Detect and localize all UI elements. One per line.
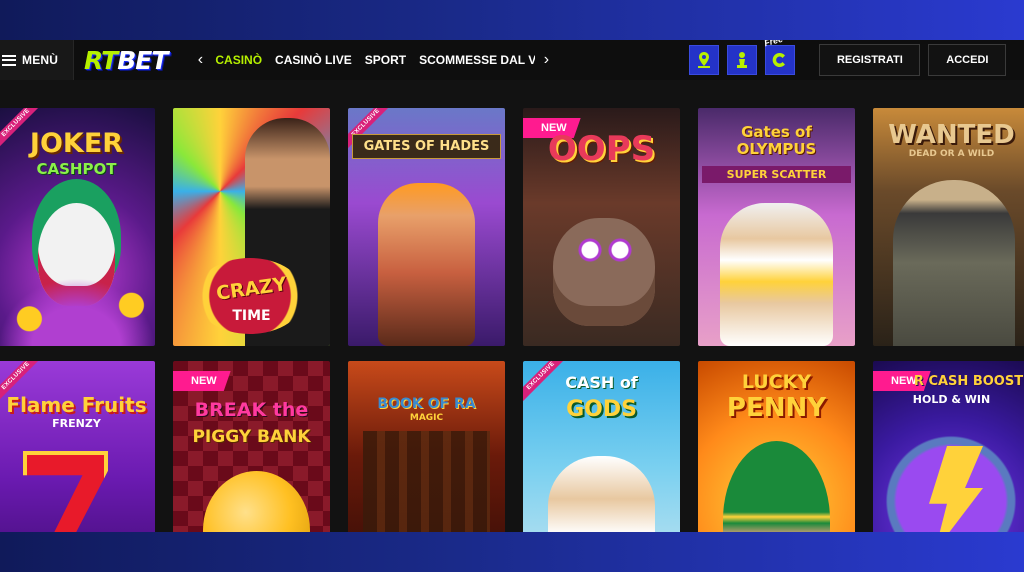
hamburger-icon bbox=[2, 54, 16, 66]
game-title: CASH of bbox=[565, 373, 638, 392]
quick-icons: Free bbox=[689, 40, 796, 75]
nav-prev-arrow[interactable]: ‹ bbox=[189, 51, 211, 69]
game-card-oops[interactable]: NEW OOPS bbox=[523, 108, 680, 346]
free-badge: Free bbox=[763, 40, 785, 49]
game-subtitle: DEAD OR A WILD bbox=[908, 149, 995, 159]
game-title: LUCKY bbox=[741, 371, 812, 393]
game-subtitle: GODS bbox=[566, 397, 637, 422]
nav-casino-live[interactable]: CASINÒ LIVE bbox=[275, 53, 352, 67]
game-card-gates-of-hades[interactable]: EXCLUSIVE GATES OF HADES bbox=[348, 108, 505, 346]
game-title: OOPS bbox=[547, 129, 656, 169]
app-frame: MENÙ RTBET ‹ CASINÒ CASINÒ LIVE SPORT SC… bbox=[0, 40, 1024, 532]
game-card-cash-of-gods[interactable]: EXCLUSIVE CASH of GODS bbox=[523, 361, 680, 532]
zeus-figure bbox=[720, 203, 833, 346]
temple-figure bbox=[363, 431, 490, 532]
free-c-icon bbox=[773, 53, 786, 67]
map-pin-icon bbox=[698, 52, 711, 68]
free-bonus-button[interactable]: Free bbox=[763, 40, 796, 75]
game-card-wanted[interactable]: WANTED DEAD OR A WILD bbox=[873, 108, 1024, 346]
chess-pawn-icon bbox=[737, 52, 748, 68]
game-card-break-the-piggy-bank[interactable]: NEW BREAK the PIGGY BANK bbox=[173, 361, 330, 532]
game-card-crazy-time[interactable]: CRAZY TIME bbox=[173, 108, 330, 346]
game-subtitle: PIGGY BANK bbox=[192, 427, 311, 447]
menu-button[interactable]: MENÙ bbox=[0, 40, 74, 80]
rtbet-logo[interactable]: RTBET bbox=[84, 45, 168, 75]
main-nav: CASINÒ CASINÒ LIVE SPORT SCOMMESSE DAL V… bbox=[215, 53, 535, 67]
game-card-gates-of-olympus[interactable]: Gates of OLYMPUS SUPER SCATTER bbox=[698, 108, 855, 346]
game-subtitle: MAGIC bbox=[409, 413, 444, 423]
cowboy-figure bbox=[893, 180, 1015, 346]
hades-figure bbox=[378, 183, 475, 346]
register-button[interactable]: REGISTRATI bbox=[819, 44, 921, 76]
game-title: Flame Fruits bbox=[6, 393, 147, 417]
game-subtitle: SUPER SCATTER bbox=[702, 166, 851, 183]
game-card-flame-fruits[interactable]: EXCLUSIVE Flame Fruits FRENZY bbox=[0, 361, 155, 532]
game-subtitle: FRENZY bbox=[52, 417, 101, 430]
game-card-lucky-penny[interactable]: LUCKY PENNY bbox=[698, 361, 855, 532]
game-title: WANTED bbox=[888, 120, 1015, 150]
menu-label: MENÙ bbox=[22, 53, 59, 67]
game-subtitle: PENNY bbox=[726, 393, 827, 423]
nav-casino[interactable]: CASINÒ bbox=[215, 53, 262, 67]
logo-rt: RT bbox=[84, 45, 118, 75]
top-header: MENÙ RTBET ‹ CASINÒ CASINÒ LIVE SPORT SC… bbox=[0, 40, 1024, 80]
game-card-book-of-ra-magic[interactable]: BOOK OF RA MAGIC bbox=[348, 361, 505, 532]
rat-eyes bbox=[575, 238, 635, 262]
rat-figure bbox=[553, 218, 655, 326]
game-title: BREAK the bbox=[194, 399, 309, 421]
game-subtitle: HOLD & WIN bbox=[912, 393, 991, 406]
coin-stack bbox=[0, 278, 155, 346]
game-title: GATES OF HADES bbox=[352, 134, 501, 159]
logo-bet: BET bbox=[117, 45, 168, 75]
chess-button[interactable] bbox=[727, 45, 758, 75]
map-pin-button[interactable] bbox=[689, 45, 720, 75]
game-subtitle: TIME bbox=[232, 308, 271, 324]
game-title: JOKER bbox=[29, 128, 124, 159]
login-button[interactable]: ACCEDI bbox=[928, 44, 1007, 76]
game-subtitle: CASHPOT bbox=[36, 160, 117, 178]
games-grid: EXCLUSIVE JOKER CASHPOT CRAZY TIME EXCLU… bbox=[0, 108, 1024, 532]
nav-live-betting[interactable]: SCOMMESSE DAL VIVO bbox=[419, 53, 535, 67]
game-title: Gates of OLYMPUS bbox=[736, 123, 817, 159]
nav-sport[interactable]: SPORT bbox=[365, 53, 406, 67]
game-card-cash-boost[interactable]: NEW R CASH BOOST HOLD & WIN bbox=[873, 361, 1024, 532]
game-title: R CASH BOOST bbox=[913, 374, 1024, 389]
game-title: BOOK OF RA bbox=[377, 396, 476, 412]
new-tag: NEW bbox=[173, 371, 231, 391]
nav-next-arrow[interactable]: › bbox=[535, 51, 557, 69]
game-card-joker-cashpot[interactable]: EXCLUSIVE JOKER CASHPOT bbox=[0, 108, 155, 346]
